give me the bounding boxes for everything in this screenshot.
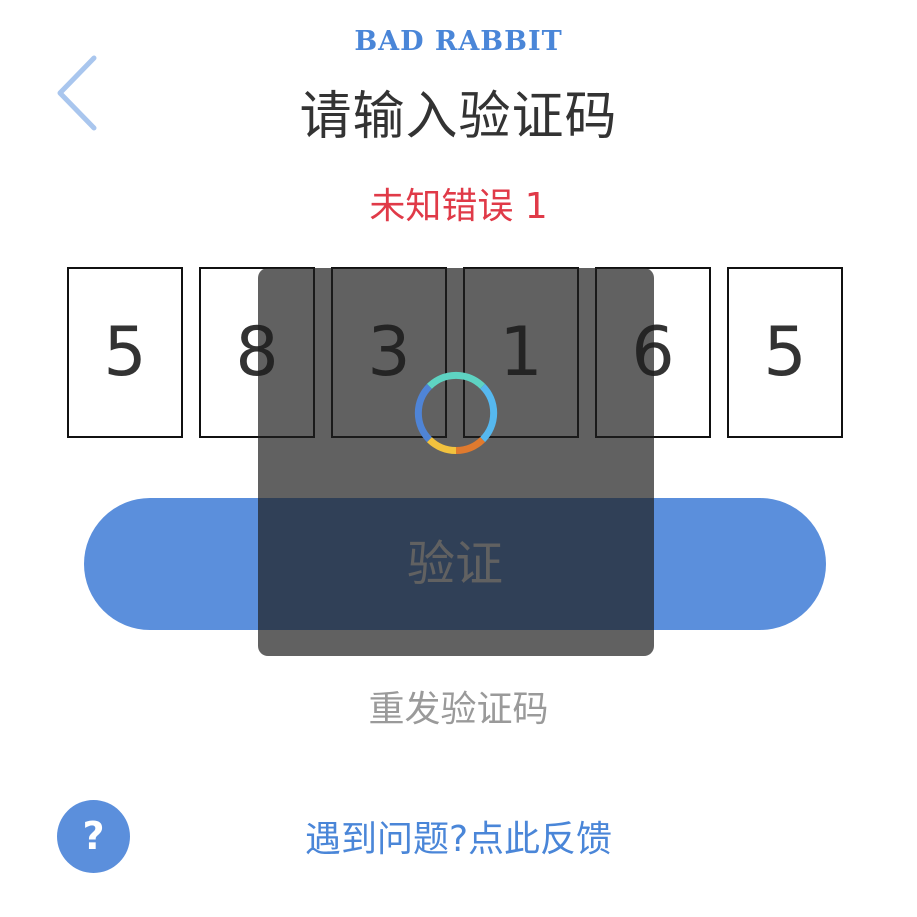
feedback-link[interactable]: 遇到问题?点此反馈 — [0, 810, 917, 862]
loading-overlay — [258, 268, 654, 656]
resend-code-link[interactable]: 重发验证码 — [0, 680, 917, 732]
code-digit-6[interactable]: 5 — [727, 267, 843, 438]
page-title: 请输入验证码 — [299, 87, 618, 147]
code-digit-1[interactable]: 5 — [67, 267, 183, 438]
loading-spinner-icon — [414, 371, 498, 455]
error-message: 未知错误 1 — [369, 186, 548, 227]
verification-dialog: BAD RABBIT 请输入验证码 未知错误 1 5 8 3 1 6 5 验证 … — [0, 0, 917, 917]
brand-logo: BAD RABBIT — [354, 26, 563, 57]
